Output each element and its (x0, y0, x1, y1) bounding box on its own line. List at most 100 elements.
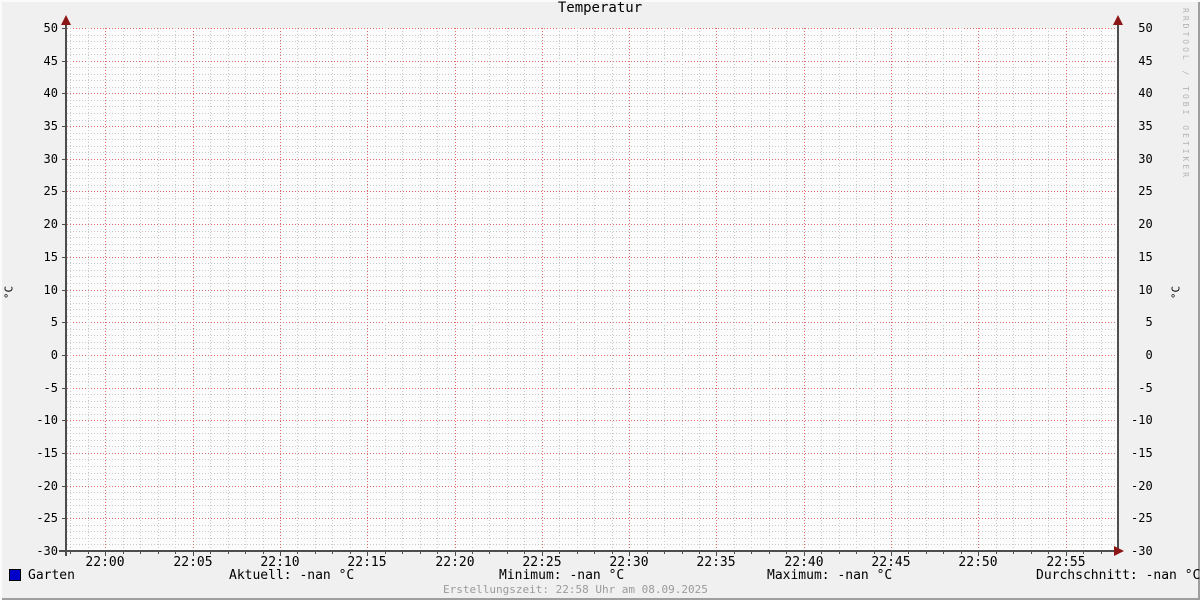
gridline (926, 28, 927, 551)
x-axis-tick (1083, 552, 1084, 554)
stat-minimum: Minimum: -nan °C (499, 568, 625, 583)
y-tick-label-right: -25 (1131, 511, 1153, 525)
x-axis-tick (647, 552, 648, 554)
gridline (1013, 28, 1014, 551)
y-tick-label-left: 25 (43, 184, 58, 198)
x-axis-tick (489, 552, 490, 554)
x-axis-tick (455, 552, 456, 556)
gridline (420, 28, 421, 551)
x-axis-tick (891, 552, 892, 556)
y-tick-label-left: 40 (43, 86, 58, 100)
x-axis-tick (1101, 552, 1102, 554)
gridline (70, 28, 71, 551)
y-tick-label-left: -30 (36, 544, 58, 558)
x-axis-arrow-icon (1114, 546, 1124, 556)
x-axis-tick (629, 552, 630, 556)
gridline (489, 28, 490, 551)
gridline (455, 28, 456, 551)
y-axis-arrow-right-icon (1113, 15, 1123, 25)
stat-durchschnitt: Durchschnitt: -nan °C (1036, 568, 1200, 583)
x-axis-tick (140, 552, 141, 554)
gridline (507, 28, 508, 551)
y-tick-label-left: 5 (50, 315, 58, 329)
x-axis-tick (821, 552, 822, 554)
x-axis-tick (350, 552, 351, 554)
x-axis-tick (1048, 552, 1049, 554)
gridline (594, 28, 595, 551)
x-tick-label: 22:05 (173, 555, 213, 570)
x-axis-tick (612, 552, 613, 554)
x-axis-tick (105, 552, 106, 556)
x-axis-tick (699, 552, 700, 554)
gridline (1048, 28, 1049, 551)
y-tick-label-right: 20 (1131, 217, 1153, 231)
gridline (996, 28, 997, 551)
x-axis-tick (1066, 552, 1067, 556)
x-axis-tick (70, 552, 71, 554)
x-axis-tick (367, 552, 368, 556)
x-axis-tick (228, 552, 229, 554)
x-axis-tick (769, 552, 770, 554)
gridline (699, 28, 700, 551)
gridline (647, 28, 648, 551)
y-tick-label-left: 45 (43, 54, 58, 68)
x-axis-tick (926, 552, 927, 554)
x-axis-tick (263, 552, 264, 554)
x-axis-tick (751, 552, 752, 554)
y-tick-label-left: 10 (43, 283, 58, 297)
x-tick-label: 22:35 (696, 555, 736, 570)
gridline (297, 28, 298, 551)
x-axis-tick (175, 552, 176, 554)
y-tick-label-right: 5 (1131, 315, 1153, 329)
gridline (821, 28, 822, 551)
x-axis-tick (315, 552, 316, 554)
gridline (542, 28, 543, 551)
y-tick-label-left: -20 (36, 479, 58, 493)
x-axis-tick (472, 552, 473, 554)
gridline (734, 28, 735, 551)
y-axis-arrow-left-icon (61, 15, 71, 25)
y-tick-label-left: -25 (36, 511, 58, 525)
y-tick-label-left: -5 (43, 381, 58, 395)
x-tick-label: 22:00 (85, 555, 125, 570)
y-tick-label-right: -15 (1131, 446, 1153, 460)
gridline (612, 28, 613, 551)
x-axis-tick (996, 552, 997, 554)
y-tick-label-left: 35 (43, 119, 58, 133)
x-axis-tick (524, 552, 525, 554)
gridline (402, 28, 403, 551)
y-tick-label-right: 10 (1131, 283, 1153, 297)
gridline (961, 28, 962, 551)
x-axis-tick (123, 552, 124, 554)
gridline (978, 28, 979, 551)
y-tick-label-right: 0 (1131, 348, 1153, 362)
gridline (839, 28, 840, 551)
x-axis-tick (978, 552, 979, 556)
y-tick-label-left: -15 (36, 446, 58, 460)
gridline (385, 28, 386, 551)
x-axis-tick (786, 552, 787, 554)
x-axis-tick (297, 552, 298, 554)
gridline (367, 28, 368, 551)
x-axis-tick (804, 552, 805, 556)
y-tick-label-right: -20 (1131, 479, 1153, 493)
y-tick-label-left: 30 (43, 152, 58, 166)
x-tick-label: 22:50 (958, 555, 998, 570)
y-tick-label-right: 35 (1131, 119, 1153, 133)
gridline (105, 28, 106, 551)
gridline (158, 28, 159, 551)
gridline (228, 28, 229, 551)
gridline (123, 28, 124, 551)
gridline (629, 28, 630, 551)
x-axis-tick (594, 552, 595, 554)
y-tick-label-right: 15 (1131, 250, 1153, 264)
x-axis-tick (559, 552, 560, 554)
x-axis-tick (874, 552, 875, 554)
y-tick-label-right: -10 (1131, 413, 1153, 427)
x-axis-tick (1013, 552, 1014, 554)
gridline (716, 28, 717, 551)
y-axis-line-left (65, 24, 67, 556)
gridline (664, 28, 665, 551)
x-axis-tick (280, 552, 281, 556)
x-axis-tick (577, 552, 578, 554)
